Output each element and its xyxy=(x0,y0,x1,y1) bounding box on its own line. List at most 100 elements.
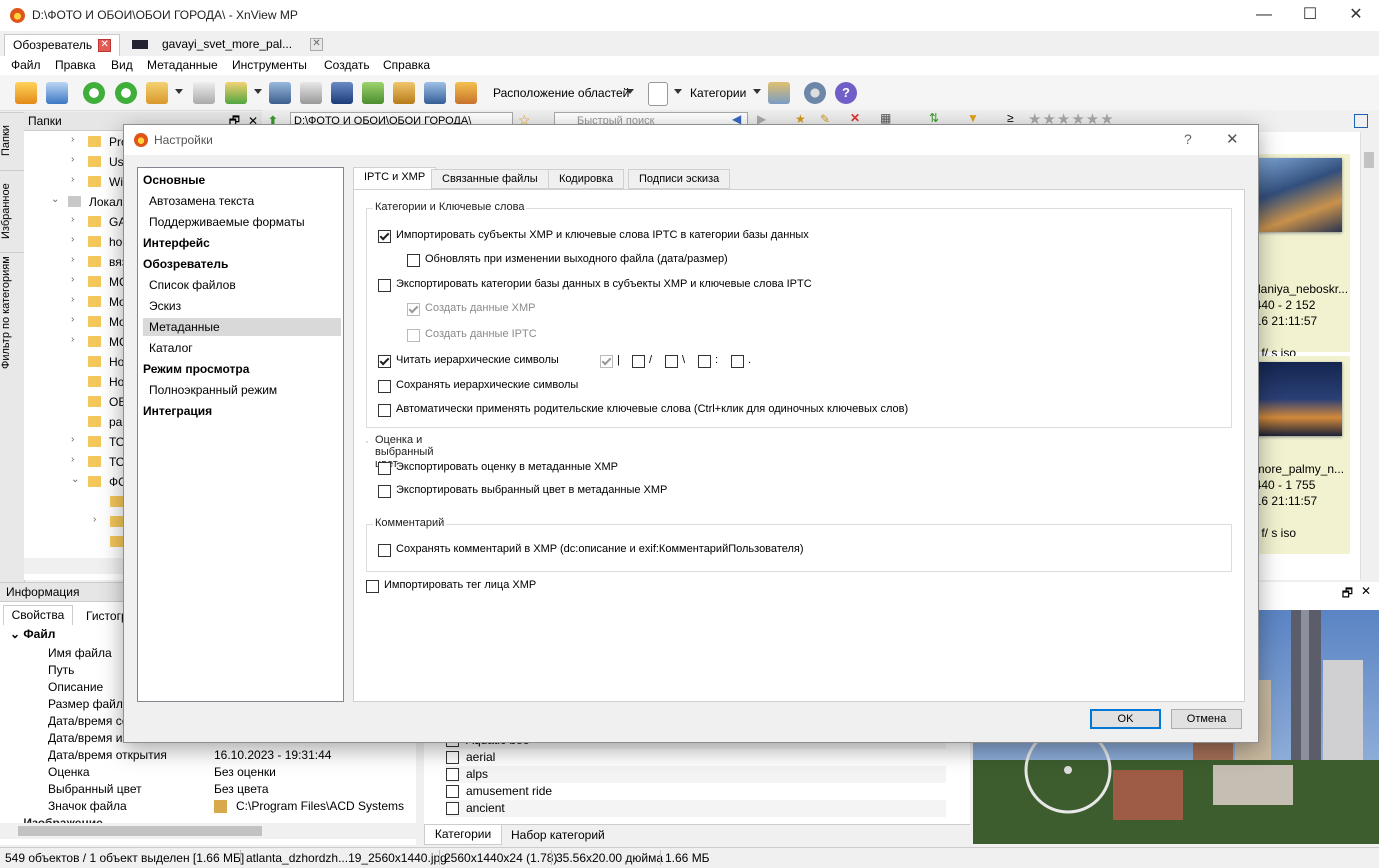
settings-nav-item[interactable]: Интерфейс xyxy=(143,234,341,252)
vtab-folders[interactable]: Папки xyxy=(0,112,24,169)
category-checkbox[interactable] xyxy=(446,751,459,764)
category-item[interactable]: aerial xyxy=(446,749,946,766)
property-row[interactable]: Значок файла C:\Program Files\ACD Systems xyxy=(0,798,404,815)
chevron-down-icon[interactable] xyxy=(753,89,761,94)
settings-nav-item[interactable]: Основные xyxy=(143,171,341,189)
hier-symbol-checkbox[interactable] xyxy=(698,355,711,368)
chevron-down-icon[interactable] xyxy=(254,89,262,94)
vtab-favorites[interactable]: Избранное xyxy=(0,170,24,251)
import-faces-checkbox[interactable] xyxy=(366,580,379,593)
settings-nav-item[interactable]: Автозамена текста xyxy=(143,192,341,210)
chevron-icon[interactable]: ⌄ xyxy=(71,474,79,485)
cancel-button[interactable]: Отмена xyxy=(1171,709,1242,729)
close-panel-icon[interactable]: ✕ xyxy=(1361,584,1371,598)
fullscreen-icon[interactable] xyxy=(46,82,68,104)
scan-icon[interactable] xyxy=(331,82,353,104)
tab-encoding[interactable]: Кодировка xyxy=(548,169,625,189)
print-icon[interactable] xyxy=(300,82,322,104)
delete-icon[interactable]: ✕ xyxy=(850,111,860,125)
thumbnail-card[interactable]: _more_palmy_n... 1440 - 1 755 016 21:11:… xyxy=(1248,356,1350,554)
dialog-close-button[interactable]: ✕ xyxy=(1226,130,1239,148)
settings-nav-item[interactable]: Поддерживаемые форматы xyxy=(143,213,341,231)
categories-button[interactable]: Категории xyxy=(690,86,746,100)
hier-symbol-checkbox[interactable] xyxy=(632,355,645,368)
vertical-scrollbar[interactable] xyxy=(1360,132,1378,580)
categories-icon[interactable] xyxy=(648,82,668,106)
menu-edit[interactable]: Правка xyxy=(55,58,96,72)
settings-nav-item[interactable]: Каталог xyxy=(143,339,341,357)
dialog-help-button[interactable]: ? xyxy=(1184,131,1192,147)
category-checkbox[interactable] xyxy=(446,768,459,781)
export-categories-checkbox[interactable] xyxy=(378,279,391,292)
hier-symbol-checkbox[interactable] xyxy=(731,355,744,368)
hier-symbol-checkbox[interactable] xyxy=(665,355,678,368)
category-item[interactable]: alps xyxy=(446,766,946,783)
ok-button[interactable]: OK xyxy=(1090,709,1161,729)
move-icon[interactable] xyxy=(146,82,168,104)
tab-thumbnail-captions[interactable]: Подписи эскиза xyxy=(628,169,731,189)
tab-categories[interactable]: Категории xyxy=(424,825,502,845)
category-checkbox[interactable] xyxy=(446,802,459,815)
export-rating-checkbox[interactable] xyxy=(378,462,391,475)
info-icon[interactable] xyxy=(193,82,215,104)
chevron-down-icon[interactable] xyxy=(626,89,634,94)
chevron-icon[interactable]: › xyxy=(71,334,74,345)
chevron-down-icon[interactable] xyxy=(175,89,183,94)
chevron-icon[interactable]: › xyxy=(71,274,74,285)
capture-icon[interactable] xyxy=(424,82,446,104)
slideshow-icon[interactable] xyxy=(455,82,477,104)
float-panel-icon[interactable]: 🗗 xyxy=(1342,584,1353,605)
tab-iptc-xmp[interactable]: IPTC и XMP xyxy=(353,167,437,190)
refresh-icon[interactable] xyxy=(83,82,105,104)
chevron-icon[interactable]: › xyxy=(71,174,74,185)
maximize-button[interactable]: ☐ xyxy=(1287,0,1333,31)
batch-icon[interactable] xyxy=(393,82,415,104)
menu-metadata[interactable]: Метаданные xyxy=(147,58,218,72)
settings-nav-item[interactable]: Режим просмотра xyxy=(143,360,341,378)
tab-histogram[interactable]: Гистогр xyxy=(86,607,128,625)
gear-icon[interactable] xyxy=(804,82,826,104)
settings-nav-item[interactable]: Список файлов xyxy=(143,276,341,294)
create-iptc-checkbox[interactable] xyxy=(407,329,420,342)
chevron-icon[interactable]: ⌄ xyxy=(51,194,59,205)
chevron-icon[interactable]: › xyxy=(93,514,96,525)
chevron-icon[interactable]: › xyxy=(71,314,74,325)
keep-hierarchy-checkbox[interactable] xyxy=(378,380,391,393)
view-mode-icon[interactable]: ▦ xyxy=(880,111,891,125)
tab-linked-files[interactable]: Связанные файлы xyxy=(431,169,549,189)
create-xmp-checkbox[interactable] xyxy=(407,303,420,316)
minimize-button[interactable]: — xyxy=(1241,0,1287,31)
thumbnail-card[interactable]: zdaniya_neboskr... 1440 - 2 152 016 21:1… xyxy=(1248,154,1350,360)
settings-nav-item[interactable]: Метаданные xyxy=(143,318,341,336)
tab-category-sets[interactable]: Набор категорий xyxy=(511,826,605,844)
tab-browser[interactable]: Обозреватель ✕ xyxy=(4,34,121,57)
chevron-icon[interactable]: › xyxy=(71,214,74,225)
convert-icon[interactable] xyxy=(362,82,384,104)
property-row[interactable]: Оценка Без оценки xyxy=(0,764,400,781)
chevron-icon[interactable]: › xyxy=(71,454,74,465)
tab-properties[interactable]: Свойства xyxy=(3,605,73,625)
menu-view[interactable]: Вид xyxy=(111,58,133,72)
category-checkbox[interactable] xyxy=(446,785,459,798)
menu-file[interactable]: Файл xyxy=(11,58,41,72)
chevron-icon[interactable]: › xyxy=(71,154,74,165)
chevron-icon[interactable]: › xyxy=(71,294,74,305)
chevron-icon[interactable]: › xyxy=(71,134,74,145)
chevron-down-icon[interactable] xyxy=(674,89,682,94)
sort-icon[interactable]: ⇅ xyxy=(929,111,939,125)
horizontal-scrollbar[interactable] xyxy=(0,823,416,839)
float-panel-icon[interactable] xyxy=(1354,114,1368,128)
binoculars-icon[interactable] xyxy=(269,82,291,104)
read-hierarchy-checkbox[interactable] xyxy=(378,355,391,368)
settings-nav-item[interactable]: Эскиз xyxy=(143,297,341,315)
menu-help[interactable]: Справка xyxy=(383,58,430,72)
export-color-checkbox[interactable] xyxy=(378,485,391,498)
acquire-icon[interactable] xyxy=(15,82,37,104)
hier-symbol-checkbox[interactable] xyxy=(600,355,613,368)
tree-icon[interactable] xyxy=(768,82,790,104)
help-icon[interactable]: ? xyxy=(835,82,857,104)
property-row[interactable]: Дата/время открытия 16.10.2023 - 19:31:44 xyxy=(0,747,400,764)
save-comment-checkbox[interactable] xyxy=(378,544,391,557)
category-item[interactable]: ancient xyxy=(446,800,946,817)
section-file[interactable]: ⌄ Файл xyxy=(10,627,55,641)
